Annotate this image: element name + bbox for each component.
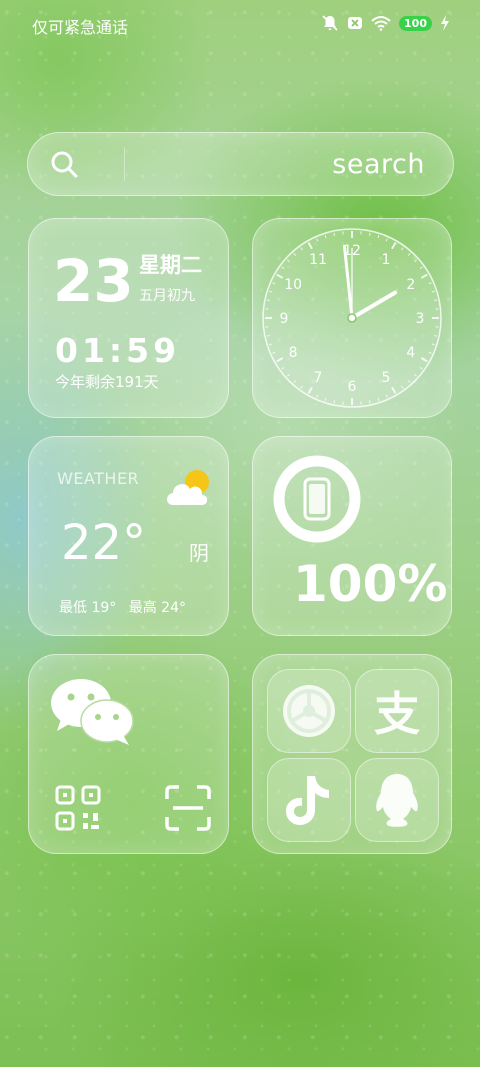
alipay-icon: 支 xyxy=(374,687,420,741)
clock-number: 5 xyxy=(382,370,391,386)
wechat-widget[interactable] xyxy=(28,654,229,854)
temp-range: 最低 19° 最高 24° xyxy=(59,597,194,617)
app-tiktok[interactable] xyxy=(267,758,351,842)
clock-number: 2 xyxy=(406,277,415,293)
carrier-text: 仅可紧急通话 xyxy=(32,18,129,37)
battery-level: 100 xyxy=(399,15,432,31)
clock-number: 3 xyxy=(416,311,425,327)
clock-number: 8 xyxy=(289,345,298,361)
clock-tick xyxy=(368,400,371,404)
search-divider xyxy=(124,147,125,181)
weather-label: WEATHER xyxy=(57,469,140,488)
clock-number: 6 xyxy=(348,379,357,395)
app-alipay[interactable]: 支 xyxy=(355,669,439,753)
clock-number: 7 xyxy=(314,370,323,386)
penguin-icon xyxy=(376,774,418,827)
clock-tick xyxy=(333,400,336,404)
analog-clock: 121234567891011 xyxy=(262,228,442,408)
search-placeholder: search xyxy=(332,149,425,180)
battery-percent: 100% xyxy=(293,555,448,613)
clock-number: 10 xyxy=(284,277,302,293)
clock-tick xyxy=(333,232,336,236)
clock-number: 9 xyxy=(280,311,289,327)
date-day: 23 xyxy=(53,247,134,315)
gear-icon xyxy=(283,685,335,737)
charging-bolt-icon xyxy=(441,15,449,31)
lunar-date: 五月初九 xyxy=(139,288,195,304)
clock-number: 11 xyxy=(309,252,327,268)
search-icon xyxy=(51,151,78,178)
music-note-icon xyxy=(286,776,329,825)
clock-tick xyxy=(266,334,270,337)
time-display: 01:59 xyxy=(55,331,181,370)
weekday-label: 星期二 xyxy=(139,253,202,277)
clock-tick xyxy=(266,299,270,302)
partly-cloudy-icon xyxy=(167,470,209,505)
clock-number: 4 xyxy=(406,345,415,361)
bell-muted-icon xyxy=(322,15,338,31)
date-widget[interactable]: 23 星期二 五月初九 01:59 今年剩余191天 xyxy=(28,218,229,418)
clock-number: 1 xyxy=(382,252,391,268)
clock-widget[interactable]: 12 1 2 3 4 5 6 7 8 9 10 11 xyxy=(252,218,452,418)
clock-center xyxy=(347,313,357,323)
clock-tick xyxy=(434,334,438,337)
temperature: 22° xyxy=(61,515,147,571)
app-qq[interactable] xyxy=(355,758,439,842)
qr-code-icon[interactable] xyxy=(55,785,101,831)
temp-low: 最低 19° xyxy=(59,600,117,616)
weather-condition: 阴 xyxy=(189,541,209,565)
battery-ring xyxy=(273,455,361,543)
no-sim-icon xyxy=(348,17,363,29)
status-bar: 仅可紧急通话 100 xyxy=(0,0,480,48)
app-settings[interactable] xyxy=(267,669,351,753)
weather-widget[interactable]: WEATHER 22° 阴 最低 19° 最高 24° xyxy=(28,436,229,636)
temp-high: 最高 24° xyxy=(128,600,186,616)
days-remaining: 今年剩余191天 xyxy=(55,373,159,391)
wechat-icon[interactable] xyxy=(49,675,137,747)
wifi-icon xyxy=(371,16,391,31)
apps-widget: 支 xyxy=(252,654,452,854)
status-icons: 100 xyxy=(321,14,450,32)
clock-tick xyxy=(368,232,371,236)
scan-icon[interactable] xyxy=(165,785,211,831)
battery-widget[interactable]: 100% xyxy=(252,436,452,636)
search-bar[interactable]: search xyxy=(27,132,454,196)
clock-tick xyxy=(434,299,438,302)
